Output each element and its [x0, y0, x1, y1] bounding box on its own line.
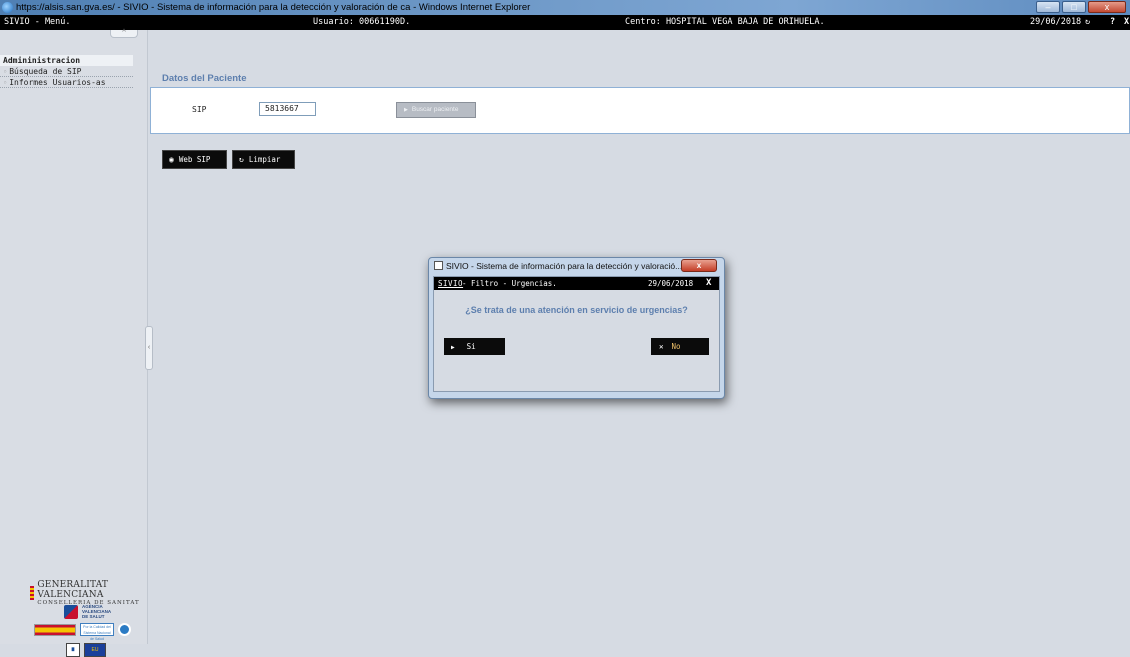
circle-logo-icon — [118, 623, 131, 636]
collapse-sidebar-button[interactable]: ^ — [110, 29, 138, 38]
play-icon: ▶ — [451, 344, 455, 351]
dialog-window-title: SIVIO - Sistema de información para la d… — [434, 261, 682, 271]
window-controls: – □ x — [1036, 1, 1126, 13]
sidebar-item-informes-usuarios[interactable]: ◦ Informes Usuarios-as — [0, 78, 133, 88]
clear-button[interactable]: ↻ Limpiar — [232, 150, 295, 169]
dialog-date: 29/06/2018 — [648, 279, 694, 288]
dialog-window-title-text: SIVIO - Sistema de información para la d… — [446, 261, 683, 271]
close-icon: ✕ — [659, 342, 664, 351]
no-label: No — [671, 342, 681, 351]
dialog-brand: SIVIO — [438, 279, 464, 288]
window-title: https://alsis.san.gva.es/ - SIVIO - Sist… — [16, 2, 531, 13]
calidad-logo: Por la Calidad del Sistema Nacional de S… — [80, 623, 114, 641]
generalitat-mark-icon — [30, 586, 35, 600]
sidebar: ^ Admininistracion ◦ Búsqueda de SIP ◦ Inf… — [0, 29, 148, 657]
agencia-name: AGÈNCIA VALENCIANA DE SALUT — [82, 604, 111, 619]
sidebar-item-busqueda-sip[interactable]: ◦ Búsqueda de SIP — [0, 67, 133, 77]
fund-logo-icon: ∎ — [66, 643, 80, 657]
generalitat-name: GENERALITAT VALENCIANA — [37, 580, 109, 600]
dialog-bar-close-icon[interactable]: X — [706, 277, 711, 290]
search-patient-button[interactable]: ▶ Buscar paciente — [396, 102, 476, 118]
sidebar-resize-handle[interactable]: ‹ — [145, 326, 153, 370]
section-title: Datos del Paciente — [162, 73, 247, 84]
globe-icon: ◉ — [169, 155, 174, 164]
user-info: Usuario: 00661190D. — [313, 17, 411, 27]
no-button[interactable]: ✕ No — [651, 338, 709, 355]
minimize-button[interactable]: – — [1036, 1, 1060, 13]
sidebar-item-label: Informes Usuarios-as — [9, 78, 106, 87]
urgencias-dialog: SIVIO - Sistema de información para la d… — [428, 257, 725, 399]
bullet-icon: ◦ — [3, 68, 8, 76]
dialog-body: SIVIO - Filtro - Urgencias. 29/06/2018 X… — [433, 276, 720, 392]
agencia-logo: AGÈNCIA VALENCIANA DE SALUT — [64, 604, 112, 619]
eu-flag-icon: EU — [84, 643, 106, 657]
dialog-subtitle: - Filtro - Urgencias. — [462, 279, 557, 288]
spain-flag-icon — [34, 623, 76, 636]
patient-data-panel: SIP 5813667 ▶ Buscar paciente — [150, 87, 1130, 134]
web-sip-button[interactable]: ◉ Web SIP — [162, 150, 227, 169]
maximize-button[interactable]: □ — [1062, 1, 1086, 13]
clear-label: Limpiar — [248, 155, 281, 164]
sip-label: SIP — [192, 105, 207, 114]
refresh-icon: ↻ — [239, 155, 244, 164]
window-titlebar: https://alsis.san.gva.es/ - SIVIO - Sist… — [0, 0, 1130, 15]
sip-input[interactable]: 5813667 — [259, 102, 316, 116]
page-icon — [434, 261, 443, 270]
yes-label: Si — [466, 342, 476, 351]
window-close-button[interactable]: x — [1088, 1, 1126, 13]
menu-title[interactable]: SIVIO - Menú. — [4, 15, 71, 30]
ministry-logos: Por la Calidad del Sistema Nacional de S… — [34, 623, 131, 641]
search-patient-label: Buscar paciente — [411, 106, 459, 113]
play-icon: ▶ — [404, 107, 408, 113]
dialog-close-button[interactable]: x — [681, 259, 717, 272]
eu-logos: ∎ EU — [66, 643, 106, 657]
yes-button[interactable]: ▶ Si — [444, 338, 505, 355]
generalitat-logo: GENERALITAT VALENCIANA CONSELLERIA DE SA… — [30, 580, 140, 606]
sidebar-section-title: Admininistracion — [0, 55, 133, 66]
dialog-header-bar: SIVIO - Filtro - Urgencias. 29/06/2018 X — [434, 277, 719, 290]
sidebar-item-label: Búsqueda de SIP — [9, 67, 82, 76]
agencia-mark-icon — [64, 604, 78, 619]
app-header: SIVIO - Menú. Usuario: 00661190D. Centro… — [0, 15, 1130, 30]
header-date: 29/06/2018 — [1030, 17, 1082, 27]
center-info: Centro: HOSPITAL VEGA BAJA DE ORIHUELA. — [625, 17, 825, 27]
web-sip-label: Web SIP — [178, 155, 211, 164]
refresh-icon[interactable]: ↻ — [1085, 15, 1090, 30]
help-icon[interactable]: ? — [1110, 15, 1115, 30]
internet-explorer-icon — [2, 2, 13, 13]
sponsor-logos: GENERALITAT VALENCIANA CONSELLERIA DE SA… — [30, 580, 140, 657]
bullet-icon: ◦ — [3, 79, 8, 87]
logout-icon[interactable]: X — [1124, 15, 1129, 30]
dialog-question: ¿Se trata de una atención en servicio de… — [465, 305, 688, 315]
